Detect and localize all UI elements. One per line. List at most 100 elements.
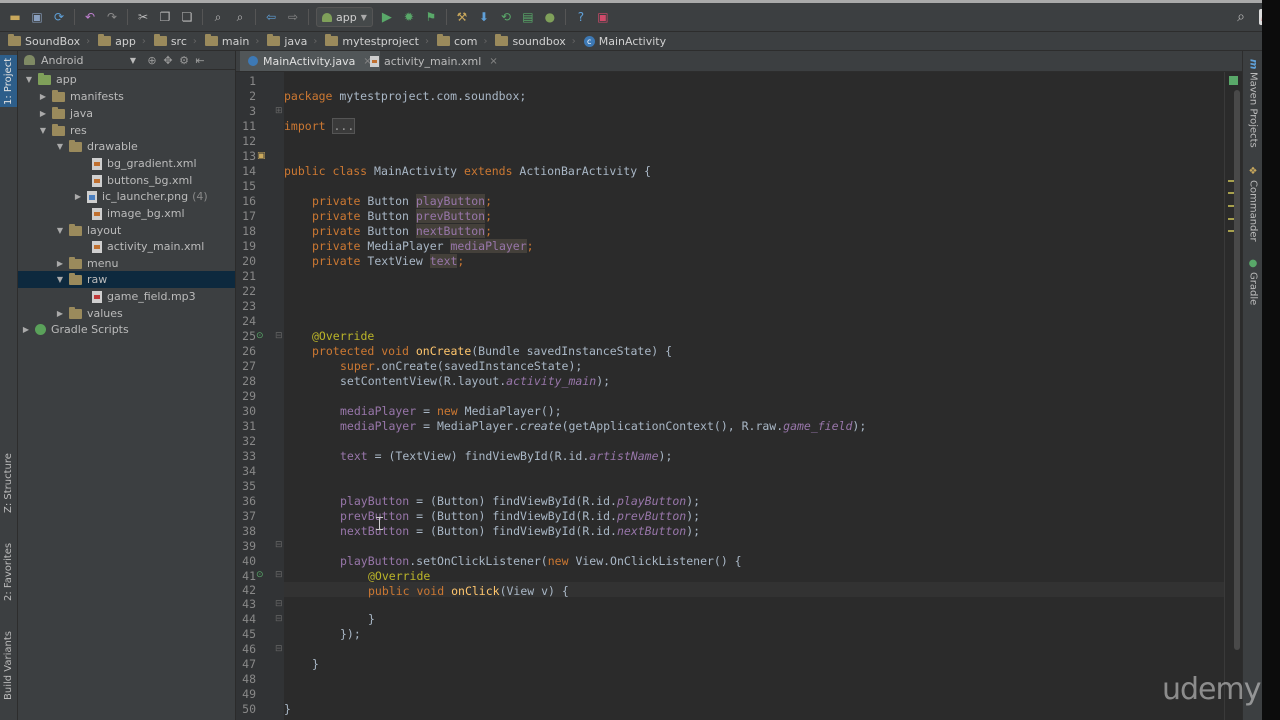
avd-manager-icon[interactable]: ▤ xyxy=(518,7,538,27)
breadcrumb-label: SoundBox xyxy=(25,34,81,48)
collapsed-arrow-icon: ▶ xyxy=(39,92,47,101)
breadcrumb-item-app[interactable]: app xyxy=(90,34,142,48)
xml-file-icon xyxy=(370,55,379,67)
folder-icon xyxy=(98,34,112,46)
line-number: 33 xyxy=(242,449,256,463)
code-text: private TextView text; xyxy=(312,254,464,269)
search-everywhere-icon[interactable]: ⌕ xyxy=(1231,7,1251,27)
back-icon[interactable]: ⇦ xyxy=(261,7,281,27)
find-icon[interactable]: ⌕ xyxy=(208,7,228,27)
open-folder-icon[interactable]: ▬ xyxy=(5,7,25,27)
breadcrumb-item-src[interactable]: src xyxy=(146,34,193,48)
code-line-16: private Button prevButton; xyxy=(0,194,1280,223)
cut-icon[interactable]: ✂ xyxy=(133,7,153,27)
tree-item-manifests[interactable]: ▶ manifests xyxy=(18,88,235,105)
folder-icon xyxy=(436,34,450,46)
toolbar-separator xyxy=(308,9,309,25)
tree-item-game-field[interactable]: game_field.mp3 xyxy=(18,288,235,305)
line-number: 20 xyxy=(242,254,256,268)
hide-panel-icon[interactable]: ⇤ xyxy=(192,54,208,67)
tree-item-menu[interactable]: ▶ menu xyxy=(18,255,235,272)
field-token: mediaPlayer xyxy=(340,419,417,433)
sync-icon[interactable]: ⟳ xyxy=(49,7,69,27)
forward-icon[interactable]: ⇨ xyxy=(283,7,303,27)
gradle-sync-icon[interactable]: ⟲ xyxy=(496,7,516,27)
line-number: 48 xyxy=(242,672,256,686)
breadcrumb-item-java[interactable]: java xyxy=(259,34,313,48)
tab-activity-main-xml[interactable]: activity_main.xml × xyxy=(362,51,506,71)
replace-icon[interactable]: ⌕ xyxy=(230,7,250,27)
code-token: ActionBarActivity { xyxy=(512,164,651,178)
static-field-token: activity_main xyxy=(506,374,597,388)
line-number: 47 xyxy=(242,657,256,671)
debug-icon[interactable]: ✹ xyxy=(399,7,419,27)
line-number: 2 xyxy=(249,89,256,103)
code-text: nextButton = (Button) findViewById(R.id.… xyxy=(340,524,700,539)
breadcrumb-item-mytestproject[interactable]: mytestproject xyxy=(317,34,425,48)
copy-icon[interactable]: ❐ xyxy=(155,7,175,27)
code-text: import ... xyxy=(284,118,356,134)
breadcrumb-item-main[interactable]: main xyxy=(197,34,255,48)
code-token: } xyxy=(284,702,291,716)
keyword-token: package xyxy=(284,89,333,103)
tip-icon[interactable]: ▣ xyxy=(593,7,613,27)
code-line-26: super.onCreate(savedInstanceState); xyxy=(0,344,1280,373)
paste-icon[interactable]: ❏ xyxy=(177,7,197,27)
tool-tab-label: Maven Projects xyxy=(1247,72,1259,149)
folded-imports[interactable]: ... xyxy=(332,118,356,134)
folder-icon xyxy=(325,34,339,46)
tree-item-label: raw xyxy=(87,273,108,286)
class-icon xyxy=(248,56,258,66)
expanded-arrow-icon: ▼ xyxy=(56,275,64,284)
code-text: mediaPlayer = MediaPlayer.create(getAppl… xyxy=(340,419,866,434)
project-structure-icon[interactable]: ⚒ xyxy=(452,7,472,27)
keyword-token: private xyxy=(312,254,361,268)
breadcrumb-item-mainactivity[interactable]: c MainActivity xyxy=(576,35,672,48)
project-view-select[interactable]: Android ▼ xyxy=(18,54,144,67)
save-all-icon[interactable]: ▣ xyxy=(27,7,47,27)
code-line-27: setContentView(R.layout.activity_main); xyxy=(0,359,1280,388)
tool-tab-maven-projects[interactable]: m Maven Projects xyxy=(1245,59,1261,154)
breadcrumb-label: com xyxy=(453,34,478,48)
tool-tab-commander[interactable]: ❖ Commander xyxy=(1245,166,1261,246)
class-icon: c xyxy=(583,35,595,47)
breadcrumb-item-com[interactable]: com xyxy=(429,34,484,48)
breadcrumb-item-soundbox[interactable]: SoundBox xyxy=(0,34,86,48)
line-number: 38 xyxy=(242,524,256,538)
code-text: package mytestproject.com.soundbox; xyxy=(284,89,526,104)
code-text: } xyxy=(312,657,319,672)
keyword-token: public class xyxy=(284,164,368,178)
redo-icon[interactable]: ↷ xyxy=(102,7,122,27)
attach-debugger-icon[interactable]: ⚑ xyxy=(421,7,441,27)
tool-tab-label: Commander xyxy=(1247,180,1259,242)
breadcrumb-item-soundbox-package[interactable]: soundbox xyxy=(487,34,571,48)
code-line-44: }); xyxy=(0,612,1280,641)
undo-icon[interactable]: ↶ xyxy=(80,7,100,27)
static-field-token: nextButton xyxy=(616,524,687,538)
tool-tab-gradle[interactable]: ● Gradle xyxy=(1245,258,1261,318)
code-line-32: text = (TextView) findViewById(R.id.arti… xyxy=(0,434,1280,463)
run-icon[interactable]: ▶ xyxy=(377,7,397,27)
field-token: nextButton xyxy=(340,524,410,538)
code-token: mytestproject.com.soundbox; xyxy=(332,89,527,103)
editor-tab-bar: MainActivity.java × activity_main.xml × xyxy=(236,51,1242,72)
run-configuration-select[interactable]: app ▼ xyxy=(316,7,373,27)
sdk-manager-icon[interactable]: ⬇ xyxy=(474,7,494,27)
tab-label: MainActivity.java xyxy=(263,54,356,68)
code-line-37: nextButton = (Button) findViewById(R.id.… xyxy=(0,509,1280,538)
tree-item-raw[interactable]: ▼ raw xyxy=(18,271,235,288)
gradle-icon: ● xyxy=(1247,258,1259,269)
close-icon[interactable]: × xyxy=(489,56,497,67)
line-number: 14 xyxy=(242,164,256,178)
keyword-token: public void xyxy=(368,584,445,598)
toolbar-separator xyxy=(127,9,128,25)
help-icon[interactable]: ? xyxy=(571,7,591,27)
maven-icon: m xyxy=(1247,59,1259,70)
code-token: setContentView(R.layout. xyxy=(340,374,507,388)
tab-mainactivity-java[interactable]: MainActivity.java × xyxy=(240,51,380,71)
scroll-from-source-icon[interactable]: ⊕ xyxy=(144,54,160,67)
tree-item-res[interactable]: ▼ res xyxy=(18,122,235,139)
gear-icon[interactable]: ⚙ xyxy=(176,54,192,67)
collapse-all-icon[interactable]: ✥ xyxy=(160,54,176,67)
android-device-monitor-icon[interactable]: ● xyxy=(540,7,560,27)
